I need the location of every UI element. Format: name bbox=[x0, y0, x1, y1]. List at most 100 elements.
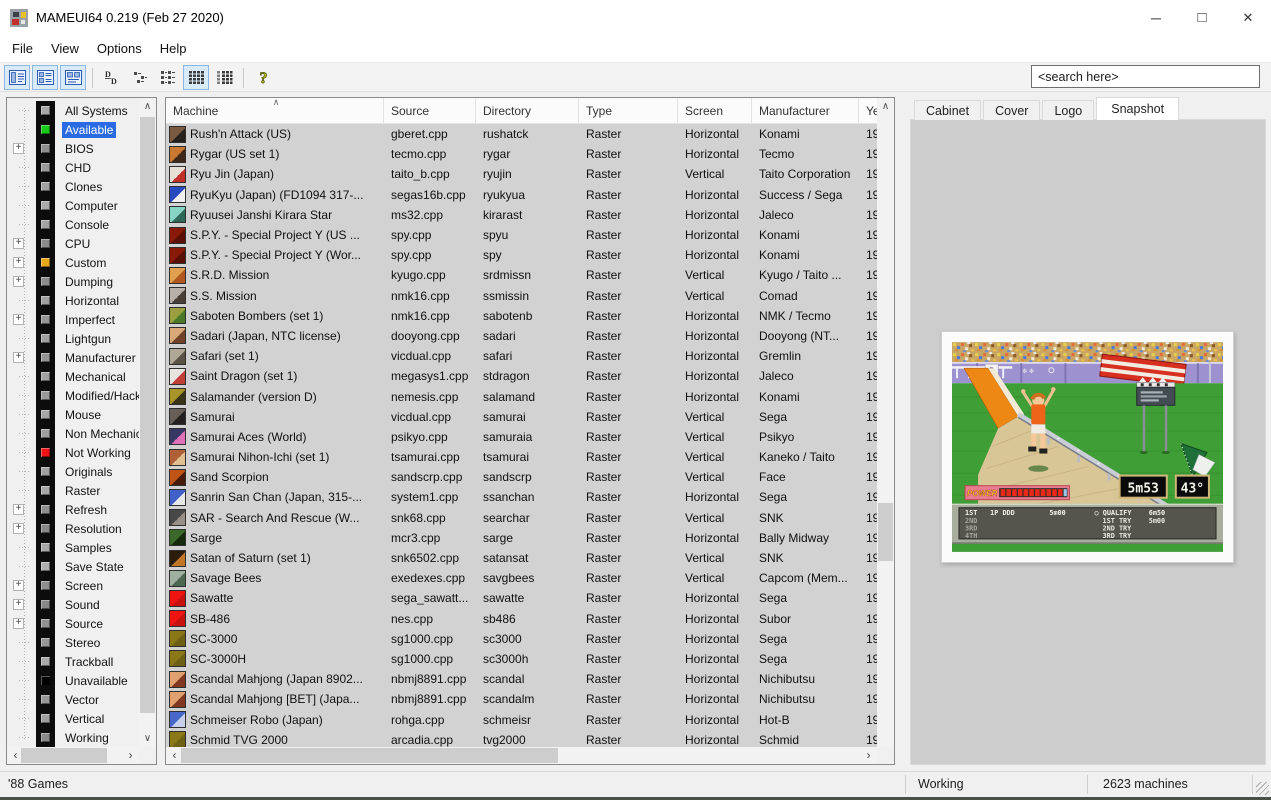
sidebar-item-source[interactable]: +Source bbox=[7, 614, 139, 633]
table-row[interactable]: Rush'n Attack (US)gberet.cpprushatckRast… bbox=[166, 124, 877, 144]
sidebar-item-raster[interactable]: Raster bbox=[7, 481, 139, 500]
sidebar-item-available[interactable]: Available bbox=[7, 120, 139, 139]
sidebar-item-modified-hack[interactable]: Modified/Hack bbox=[7, 386, 139, 405]
column-header-directory[interactable]: Directory bbox=[476, 98, 579, 124]
list-horizontal-scrollbar[interactable]: ‹ › bbox=[166, 747, 877, 764]
table-row[interactable]: SB-486nes.cppsb486RasterHorizontalSubor1… bbox=[166, 609, 877, 629]
table-row[interactable]: Safari (set 1)vicdual.cppsafariRasterHor… bbox=[166, 346, 877, 366]
sidebar-item-custom[interactable]: +Custom bbox=[7, 253, 139, 272]
table-row[interactable]: S.R.D. Missionkyugo.cppsrdmissnRasterVer… bbox=[166, 265, 877, 285]
expand-plus-icon[interactable]: + bbox=[13, 238, 24, 249]
sidebar-item-save-state[interactable]: Save State bbox=[7, 557, 139, 576]
sidebar-item-mouse[interactable]: Mouse bbox=[7, 405, 139, 424]
expand-plus-icon[interactable]: + bbox=[13, 599, 24, 610]
expand-plus-icon[interactable]: + bbox=[13, 504, 24, 515]
sidebar-item-bios[interactable]: +BIOS bbox=[7, 139, 139, 158]
expand-plus-icon[interactable]: + bbox=[13, 352, 24, 363]
table-row[interactable]: Ryu Jin (Japan)taito_b.cppryujinRasterVe… bbox=[166, 164, 877, 184]
sidebar-item-originals[interactable]: Originals bbox=[7, 462, 139, 481]
resize-grip[interactable] bbox=[1256, 782, 1269, 795]
scroll-up-icon[interactable]: ∧ bbox=[139, 98, 156, 115]
expand-plus-icon[interactable]: + bbox=[13, 580, 24, 591]
grid-detail-icon[interactable] bbox=[211, 65, 237, 90]
folders-toggle-icon[interactable]: DD bbox=[99, 65, 125, 90]
table-row[interactable]: RyuKyu (Japan) (FD1094 317-...segas16b.c… bbox=[166, 185, 877, 205]
table-row[interactable]: Samurai Aces (World)psikyo.cppsamuraiaRa… bbox=[166, 427, 877, 447]
table-row[interactable]: Scandal Mahjong (Japan 8902...nbmj8891.c… bbox=[166, 669, 877, 689]
scrollbar-thumb[interactable] bbox=[140, 117, 155, 713]
table-row[interactable]: Samurai Nihon-Ichi (set 1)tsamurai.cppts… bbox=[166, 447, 877, 467]
table-row[interactable]: Savage Beesexedexes.cppsavgbeesRasterVer… bbox=[166, 568, 877, 588]
search-input[interactable] bbox=[1031, 65, 1260, 88]
sidebar-item-horizontal[interactable]: Horizontal bbox=[7, 291, 139, 310]
tree-collapse-icon[interactable] bbox=[127, 65, 153, 90]
table-row[interactable]: Salamander (version D)nemesis.cppsalaman… bbox=[166, 386, 877, 406]
menu-help[interactable]: Help bbox=[151, 36, 196, 62]
expand-plus-icon[interactable]: + bbox=[13, 257, 24, 268]
table-row[interactable]: Satan of Saturn (set 1)snk6502.cppsatans… bbox=[166, 548, 877, 568]
table-row[interactable]: S.P.Y. - Special Project Y (US ...spy.cp… bbox=[166, 225, 877, 245]
sidebar-item-trackball[interactable]: Trackball bbox=[7, 652, 139, 671]
table-row[interactable]: SAR - Search And Rescue (W...snk68.cppse… bbox=[166, 508, 877, 528]
sidebar-item-imperfect[interactable]: +Imperfect bbox=[7, 310, 139, 329]
table-row[interactable]: Scandal Mahjong [BET] (Japa...nbmj8891.c… bbox=[166, 689, 877, 709]
table-row[interactable]: Schmid TVG 2000arcadia.cpptvg2000RasterH… bbox=[166, 730, 877, 747]
sidebar-item-clones[interactable]: Clones bbox=[7, 177, 139, 196]
tree-vertical-scrollbar[interactable]: ∧ ∨ bbox=[139, 98, 156, 747]
sidebar-item-mechanical[interactable]: Mechanical bbox=[7, 367, 139, 386]
menu-options[interactable]: Options bbox=[88, 36, 151, 62]
help-icon[interactable]: ? bbox=[250, 65, 276, 90]
sidebar-item-chd[interactable]: CHD bbox=[7, 158, 139, 177]
scroll-up-icon[interactable]: ∧ bbox=[877, 98, 894, 115]
sidebar-item-samples[interactable]: Samples bbox=[7, 538, 139, 557]
sidebar-item-vector[interactable]: Vector bbox=[7, 690, 139, 709]
list-vertical-scrollbar[interactable]: ∧ ∨ bbox=[877, 98, 894, 764]
scrollbar-thumb[interactable] bbox=[878, 503, 893, 561]
table-row[interactable]: SC-3000Hsg1000.cppsc3000hRasterHorizonta… bbox=[166, 649, 877, 669]
expand-plus-icon[interactable]: + bbox=[13, 143, 24, 154]
tab-cover[interactable]: Cover bbox=[983, 100, 1040, 120]
menu-view[interactable]: View bbox=[42, 36, 88, 62]
view-details-icon[interactable] bbox=[4, 65, 30, 90]
table-row[interactable]: S.P.Y. - Special Project Y (Wor...spy.cp… bbox=[166, 245, 877, 265]
sidebar-item-lightgun[interactable]: Lightgun bbox=[7, 329, 139, 348]
table-row[interactable]: Samuraivicdual.cppsamuraiRasterVerticalS… bbox=[166, 407, 877, 427]
column-header-screen[interactable]: Screen bbox=[678, 98, 752, 124]
expand-plus-icon[interactable]: + bbox=[13, 618, 24, 629]
sidebar-item-cpu[interactable]: +CPU bbox=[7, 234, 139, 253]
table-row[interactable]: Ryuusei Janshi Kirara Starms32.cppkirara… bbox=[166, 205, 877, 225]
sidebar-item-not-working[interactable]: Not Working bbox=[7, 443, 139, 462]
sidebar-item-dumping[interactable]: +Dumping bbox=[7, 272, 139, 291]
maximize-button[interactable]: □ bbox=[1179, 0, 1225, 36]
sidebar-item-vertical[interactable]: Vertical bbox=[7, 709, 139, 728]
sidebar-item-all-systems[interactable]: All Systems bbox=[7, 101, 139, 120]
expand-plus-icon[interactable]: + bbox=[13, 276, 24, 287]
sidebar-item-screen[interactable]: +Screen bbox=[7, 576, 139, 595]
table-row[interactable]: Schmeiser Robo (Japan)rohga.cppschmeisrR… bbox=[166, 709, 877, 729]
table-row[interactable]: Sanrin San Chan (Japan, 315-...system1.c… bbox=[166, 487, 877, 507]
column-header-source[interactable]: Source bbox=[384, 98, 476, 124]
scroll-right-icon[interactable]: › bbox=[860, 747, 877, 764]
expand-plus-icon[interactable]: + bbox=[13, 523, 24, 534]
sidebar-item-working[interactable]: Working bbox=[7, 728, 139, 747]
column-header-year[interactable]: Year bbox=[859, 98, 877, 124]
column-header-type[interactable]: Type bbox=[579, 98, 678, 124]
table-row[interactable]: Sadari (Japan, NTC license)dooyong.cppsa… bbox=[166, 326, 877, 346]
scroll-right-icon[interactable]: › bbox=[122, 747, 139, 764]
sidebar-item-refresh[interactable]: +Refresh bbox=[7, 500, 139, 519]
table-row[interactable]: Rygar (US set 1)tecmo.cpprygarRasterHori… bbox=[166, 144, 877, 164]
table-row[interactable]: S.S. Missionnmk16.cppssmissinRasterVerti… bbox=[166, 286, 877, 306]
table-row[interactable]: Saboten Bombers (set 1)nmk16.cppsabotenb… bbox=[166, 306, 877, 326]
tab-cabinet[interactable]: Cabinet bbox=[914, 100, 981, 120]
tab-snapshot[interactable]: Snapshot bbox=[1096, 97, 1179, 120]
table-row[interactable]: Saint Dragon (set 1)megasys1.cppstdragon… bbox=[166, 366, 877, 386]
scrollbar-thumb[interactable] bbox=[181, 748, 558, 763]
close-button[interactable]: ✕ bbox=[1225, 0, 1271, 36]
column-header-manufacturer[interactable]: Manufacturer bbox=[752, 98, 859, 124]
grid-large-icon[interactable] bbox=[183, 65, 209, 90]
tree-expand-icon[interactable] bbox=[155, 65, 181, 90]
sidebar-item-sound[interactable]: +Sound bbox=[7, 595, 139, 614]
sidebar-item-resolution[interactable]: +Resolution bbox=[7, 519, 139, 538]
minimize-button[interactable]: ─ bbox=[1133, 0, 1179, 36]
sidebar-item-non-mechanical[interactable]: Non Mechanical bbox=[7, 424, 139, 443]
